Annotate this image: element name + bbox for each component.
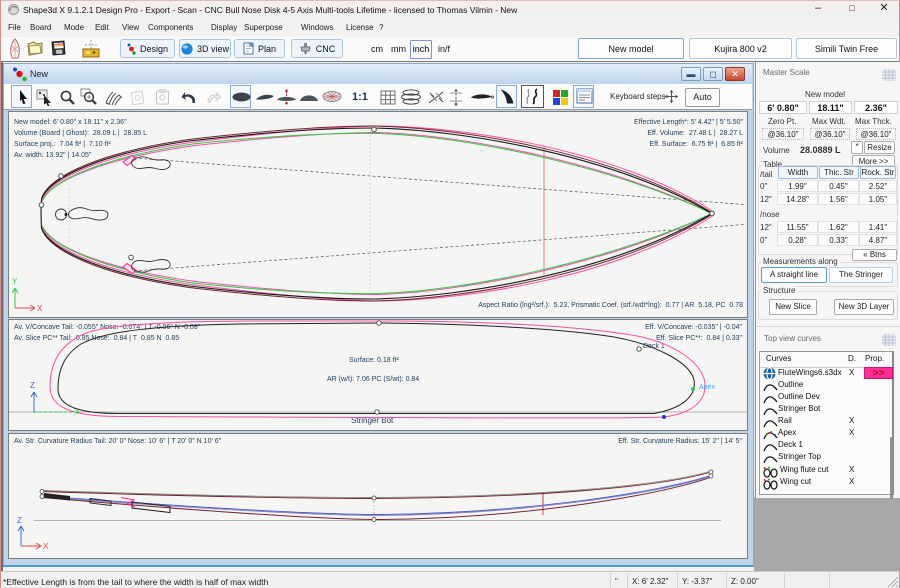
svg-text:Z: Z [30, 381, 35, 390]
svg-text:Y: Y [12, 277, 18, 286]
svg-text:X: X [43, 542, 49, 551]
svg-text:X: X [37, 304, 43, 313]
svg-text:Z: Z [17, 516, 22, 525]
